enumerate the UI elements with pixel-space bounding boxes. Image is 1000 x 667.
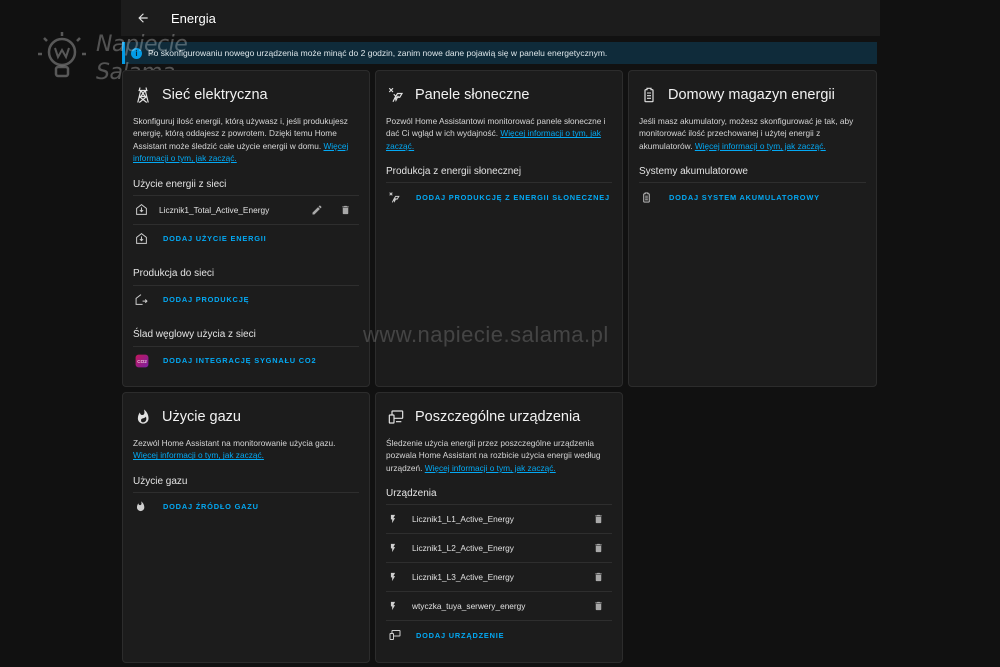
alert-text: Po skonfigurowaniu nowego urządzenia moż…	[148, 48, 608, 58]
devices-icon	[388, 629, 406, 641]
battery-icon	[639, 85, 659, 105]
device-name: Licznik1_L1_Active_Energy	[412, 514, 514, 525]
device-row: Licznik1_L1_Active_Energy	[386, 504, 612, 533]
flash-icon	[388, 600, 406, 612]
add-production-row[interactable]: DODAJ PRODUKCJĘ	[133, 284, 359, 314]
card-title: Poszczególne urządzenia	[415, 409, 581, 425]
device-name: wtyczka_tuya_serwery_energy	[412, 601, 526, 612]
transmission-tower-icon	[133, 85, 153, 105]
gas-card: Użycie gazu Zezwól Home Assistant na mon…	[122, 392, 370, 663]
device-name: Licznik1_L3_Active_Energy	[412, 572, 514, 583]
devices-icon	[386, 407, 406, 427]
home-export-icon	[135, 293, 153, 306]
section-title: Urządzenia	[386, 488, 437, 500]
add-device-row[interactable]: DODAJ URZĄDZENIE	[386, 620, 612, 649]
flash-icon	[388, 542, 406, 554]
card-description: Zezwól Home Assistant na monitorowanie u…	[133, 438, 336, 461]
home-import-icon	[135, 203, 153, 216]
card-title: Panele słoneczne	[415, 87, 530, 103]
delete-icon[interactable]	[584, 600, 612, 612]
card-description: Pozwól Home Assistantowi monitorować pan…	[386, 116, 606, 151]
device-row: wtyczka_tuya_serwery_energy	[386, 591, 612, 620]
co2-signal-icon: CO2	[135, 354, 153, 368]
add-device-button[interactable]: DODAJ URZĄDZENIE	[416, 631, 612, 640]
card-title: Sieć elektryczna	[162, 87, 268, 103]
section-title: Ślad węglowy użycia z sieci	[133, 328, 256, 340]
add-solar-row[interactable]: DODAJ PRODUKCJĘ Z ENERGII SŁONECZNEJ	[386, 182, 612, 211]
card-title: Użycie gazu	[162, 409, 241, 425]
add-gas-row[interactable]: DODAJ ŹRÓDŁO GAZU	[133, 491, 359, 521]
home-import-icon	[135, 232, 153, 245]
battery-card: Domowy magazyn energii Jeśli masz akumul…	[628, 70, 877, 387]
learn-more-link[interactable]: Więcej informacji o tym, jak zacząć.	[133, 450, 264, 460]
top-bar: Energia	[121, 0, 880, 36]
bulb-icon	[38, 32, 86, 78]
section-title: Produkcja do sieci	[133, 267, 215, 279]
add-battery-row[interactable]: DODAJ SYSTEM AKUMULATOROWY	[639, 182, 866, 211]
info-alert: i Po skonfigurowaniu nowego urządzenia m…	[122, 42, 877, 64]
solar-power-icon	[388, 191, 406, 204]
watermark-text: www.napiecie.salama.pl	[363, 322, 609, 347]
device-name: Licznik1_L2_Active_Energy	[412, 543, 514, 554]
add-co2-button[interactable]: DODAJ INTEGRACJĘ SYGNAŁU CO2	[163, 356, 359, 365]
delete-icon[interactable]	[331, 204, 359, 216]
svg-text:CO2: CO2	[137, 358, 147, 363]
battery-icon	[641, 191, 659, 204]
card-description: Jeśli masz akumulatory, możesz skonfigur…	[639, 116, 854, 151]
learn-more-link[interactable]: Więcej informacji o tym, jak zacząć.	[695, 141, 826, 151]
grid-card: Sieć elektryczna Skonfiguruj ilość energ…	[122, 70, 370, 387]
add-solar-button[interactable]: DODAJ PRODUKCJĘ Z ENERGII SŁONECZNEJ	[416, 193, 612, 202]
delete-icon[interactable]	[584, 571, 612, 583]
section-title: Użycie gazu	[133, 475, 188, 487]
card-title: Domowy magazyn energii	[668, 87, 835, 103]
flash-icon	[388, 513, 406, 525]
flash-icon	[388, 571, 406, 583]
device-row: Licznik1_L2_Active_Energy	[386, 533, 612, 562]
add-consumption-row[interactable]: DODAJ UŻYCIE ENERGII	[133, 223, 359, 253]
section-title: Użycie energii z sieci	[133, 178, 227, 190]
pencil-icon[interactable]	[303, 204, 331, 216]
delete-icon[interactable]	[584, 542, 612, 554]
devices-card: Poszczególne urządzenia Śledzenie użycia…	[375, 392, 623, 663]
card-description: Śledzenie użycia energii przez poszczegó…	[386, 438, 601, 473]
add-battery-button[interactable]: DODAJ SYSTEM AKUMULATOROWY	[669, 193, 866, 202]
solar-power-icon	[386, 85, 406, 105]
delete-icon[interactable]	[584, 513, 612, 525]
device-row: Licznik1_L3_Active_Energy	[386, 562, 612, 591]
add-production-button[interactable]: DODAJ PRODUKCJĘ	[163, 295, 359, 304]
logo-text-line1: Napięcie	[96, 32, 188, 57]
card-description: Skonfiguruj ilość energii, którą używasz…	[133, 116, 349, 164]
add-consumption-button[interactable]: DODAJ UŻYCIE ENERGII	[163, 234, 359, 243]
learn-more-link[interactable]: Więcej informacji o tym, jak zacząć.	[425, 463, 556, 473]
add-gas-button[interactable]: DODAJ ŹRÓDŁO GAZU	[163, 502, 359, 511]
section-title: Systemy akumulatorowe	[639, 166, 748, 178]
device-list: Licznik1_L1_Active_Energy Licznik1_L2_Act…	[376, 504, 622, 620]
add-co2-row[interactable]: CO2 DODAJ INTEGRACJĘ SYGNAŁU CO2	[133, 345, 359, 375]
consumption-source: Licznik1_Total_Active_Energy	[159, 204, 270, 215]
section-title: Produkcja z energii słonecznej	[386, 166, 522, 178]
fire-icon	[133, 407, 153, 427]
list-item: Licznik1_Total_Active_Energy	[133, 194, 359, 224]
fire-icon	[135, 500, 153, 513]
page-title: Energia	[171, 10, 216, 26]
